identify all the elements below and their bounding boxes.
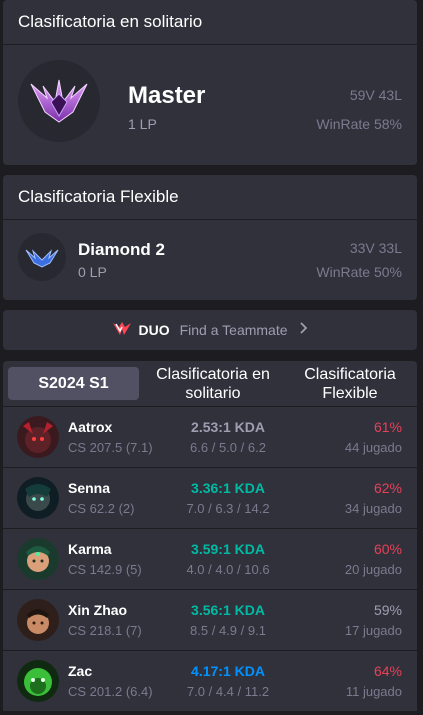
flex-winrate: WinRate 50% — [316, 264, 402, 280]
duo-label: DUO — [138, 322, 170, 338]
flex-win-loss: 33V 33L — [349, 240, 402, 256]
champion-kda-detail: 8.5 / 4.9 / 9.1 — [190, 623, 266, 638]
chevron-right-icon — [299, 321, 308, 339]
champion-games-played: 34 jugado — [344, 501, 402, 516]
solo-winrate: WinRate 58% — [316, 116, 402, 132]
champion-row[interactable]: Senna CS 62.2 (2) 3.36:1 KDA 7.0 / 6.3 /… — [3, 468, 417, 529]
champion-row[interactable]: Karma CS 142.9 (5) 3.59:1 KDA 4.0 / 4.0 … — [3, 529, 417, 590]
champion-kda-detail: 6.6 / 5.0 / 6.2 — [190, 440, 266, 455]
champion-cs: CS 218.1 (7) — [68, 623, 142, 638]
master-emblem-icon — [18, 60, 100, 142]
champion-row[interactable]: Xin Zhao CS 218.1 (7) 3.56:1 KDA 8.5 / 4… — [3, 590, 417, 651]
champion-games-played: 20 jugado — [344, 562, 402, 577]
solo-tier-row: Master 1 LP 59V 43L WinRate 58% — [3, 45, 417, 165]
champion-games-played: 11 jugado — [345, 684, 402, 699]
flex-tier-name: Diamond 2 — [78, 240, 165, 259]
champion-row[interactable]: Aatrox CS 207.5 (7.1) 2.53:1 KDA 6.6 / 5… — [3, 407, 417, 468]
champion-kda-detail: 7.0 / 6.3 / 14.2 — [186, 501, 270, 516]
flex-ranked-card: Clasificatoria Flexible Diamond 2 0 LP 3… — [3, 175, 417, 300]
diamond-emblem-icon — [18, 233, 66, 281]
season-tabs: S2024 S1 Clasificatoria en solitario Cla… — [3, 361, 417, 407]
champion-winrate: 60% — [373, 541, 402, 557]
solo-lp: 1 LP — [128, 116, 157, 132]
duo-logo-icon — [112, 321, 132, 340]
duo-text: Find a Teammate — [179, 322, 288, 338]
champion-avatar-xin-zhao — [17, 599, 59, 641]
tab-solo-ranked[interactable]: Clasificatoria en solitario — [143, 361, 283, 406]
flex-lp: 0 LP — [78, 264, 107, 280]
solo-ranked-title: Clasificatoria en solitario — [3, 0, 417, 45]
champion-name: Aatrox — [68, 419, 113, 435]
flex-tier-row: Diamond 2 0 LP 33V 33L WinRate 50% — [3, 220, 417, 300]
champion-avatar-zac — [17, 660, 59, 702]
champion-kda-detail: 7.0 / 4.4 / 11.2 — [186, 684, 270, 699]
champion-games-played: 44 jugado — [344, 440, 402, 455]
champion-games-played: 17 jugado — [344, 623, 402, 638]
champion-cs: CS 201.2 (6.4) — [68, 684, 153, 699]
tab-flex-ranked[interactable]: Clasificatoria Flexible — [287, 361, 413, 406]
champion-name: Zac — [68, 663, 93, 679]
champion-winrate: 61% — [373, 419, 402, 435]
champion-stats-list: Aatrox CS 207.5 (7.1) 2.53:1 KDA 6.6 / 5… — [3, 407, 417, 711]
champion-winrate: 59% — [373, 602, 402, 618]
solo-win-loss: 59V 43L — [349, 87, 402, 103]
solo-tier-name: Master — [128, 82, 206, 109]
champion-avatar-karma — [17, 538, 59, 580]
flex-ranked-title: Clasificatoria Flexible — [3, 175, 417, 220]
champion-kda: 3.56:1 KDA — [191, 602, 265, 618]
champion-row[interactable]: Zac CS 201.2 (6.4) 4.17:1 KDA 7.0 / 4.4 … — [3, 651, 417, 711]
solo-ranked-card: Clasificatoria en solitario Master 1 LP … — [3, 0, 417, 165]
champion-name: Karma — [68, 541, 112, 557]
champion-kda: 3.36:1 KDA — [191, 480, 265, 496]
champion-kda: 2.53:1 KDA — [191, 419, 265, 435]
champion-kda: 4.17:1 KDA — [191, 663, 265, 679]
champion-winrate: 62% — [373, 480, 402, 496]
champion-name: Senna — [68, 480, 111, 496]
champion-cs: CS 62.2 (2) — [68, 501, 135, 516]
champion-cs: CS 142.9 (5) — [68, 562, 142, 577]
find-teammate-button[interactable]: DUO Find a Teammate — [3, 310, 417, 350]
champion-name: Xin Zhao — [68, 602, 128, 618]
champion-avatar-aatrox — [17, 416, 59, 458]
champion-winrate: 64% — [373, 663, 402, 679]
champion-kda-detail: 4.0 / 4.0 / 10.6 — [186, 562, 270, 577]
champion-avatar-senna — [17, 477, 59, 519]
tab-season[interactable]: S2024 S1 — [8, 367, 139, 400]
champion-cs: CS 207.5 (7.1) — [68, 440, 153, 455]
champion-kda: 3.59:1 KDA — [191, 541, 265, 557]
